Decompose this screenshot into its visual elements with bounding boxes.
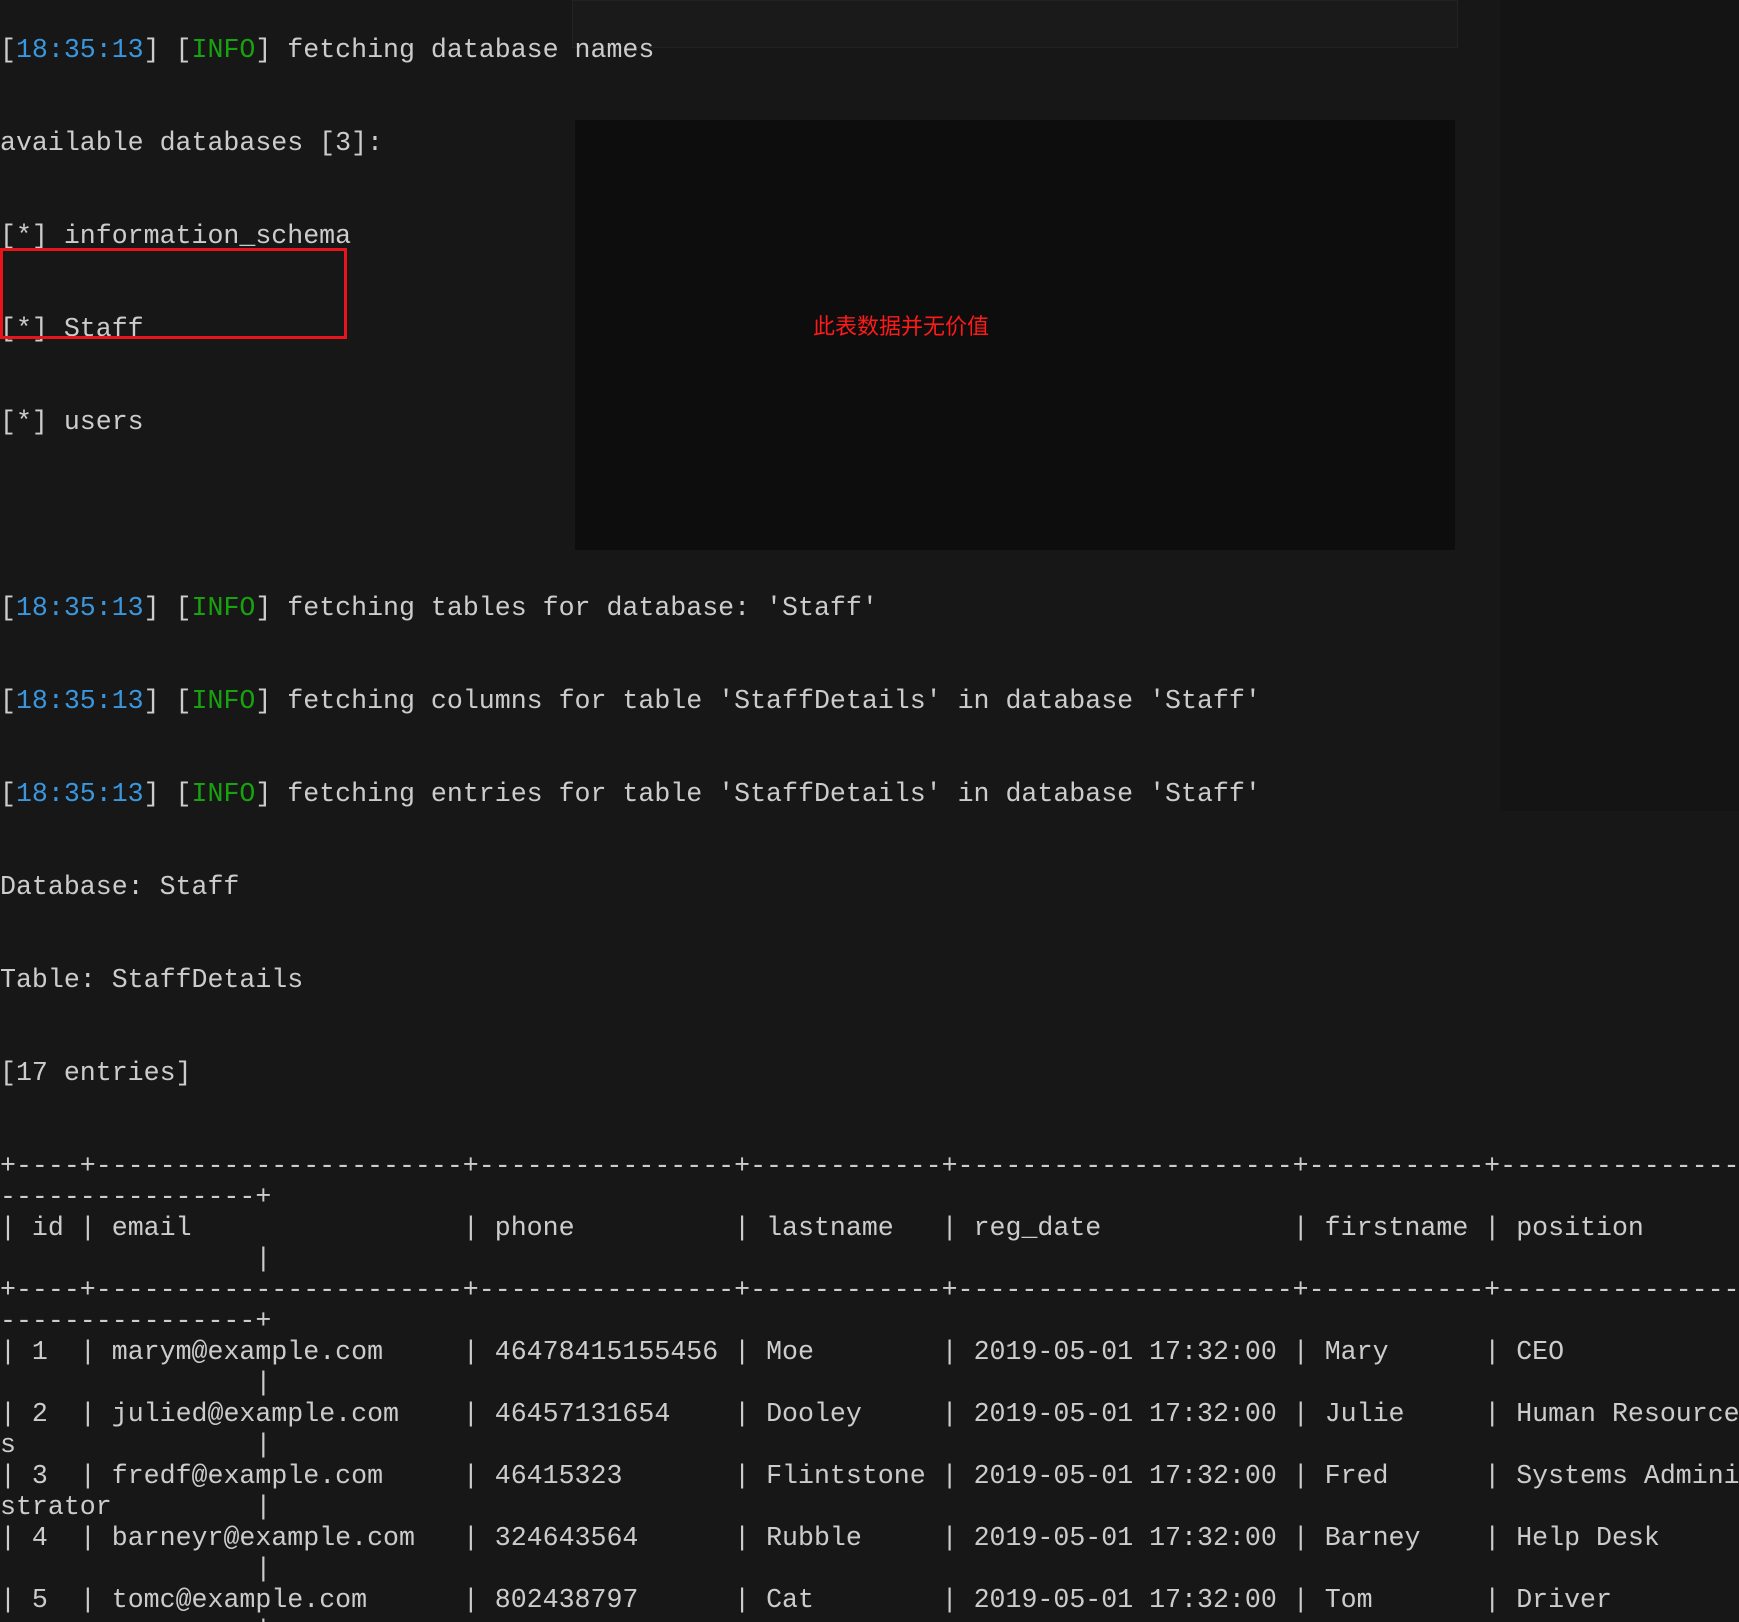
cell-email: tomc@example.com bbox=[111, 1585, 368, 1615]
table-row: | 4 | barneyr@example.com | 324643564 | … bbox=[0, 1523, 1660, 1584]
cell-email: barneyr@example.com bbox=[111, 1523, 415, 1553]
dump-table: Table: StaffDetails bbox=[0, 965, 304, 995]
cell-position: CEO bbox=[1516, 1337, 1565, 1367]
cell-reg_date: 2019-05-01 17:32:00 bbox=[973, 1399, 1277, 1429]
log-line: [18:35:13] [INFO] fetching entries for t… bbox=[0, 779, 1261, 809]
cell-position: Driver bbox=[1516, 1585, 1612, 1615]
table-separator: +----+-----------------------+----------… bbox=[0, 1275, 1739, 1336]
column-header-position: position bbox=[1516, 1213, 1644, 1243]
cell-email: marym@example.com bbox=[111, 1337, 384, 1367]
cell-phone: 46457131654 bbox=[494, 1399, 671, 1429]
column-header-reg_date: reg_date bbox=[973, 1213, 1102, 1243]
cell-firstname: Tom bbox=[1324, 1585, 1373, 1615]
cell-lastname: Rubble bbox=[766, 1523, 862, 1553]
dump-entries: [17 entries] bbox=[0, 1058, 192, 1088]
cell-phone: 46415323 bbox=[494, 1461, 623, 1491]
log-line: [18:35:13] [INFO] fetching columns for t… bbox=[0, 686, 1261, 716]
cell-firstname: Mary bbox=[1324, 1337, 1389, 1367]
column-header-email: email bbox=[111, 1213, 192, 1243]
databases-header: available databases [3]: bbox=[0, 128, 384, 158]
database-item: [*] users bbox=[0, 407, 144, 437]
cell-reg_date: 2019-05-01 17:32:00 bbox=[973, 1523, 1277, 1553]
column-header-phone: phone bbox=[494, 1213, 575, 1243]
cell-firstname: Fred bbox=[1324, 1461, 1389, 1491]
column-header-lastname: lastname bbox=[766, 1213, 894, 1243]
cell-reg_date: 2019-05-01 17:32:00 bbox=[973, 1337, 1277, 1367]
annotation-box bbox=[0, 248, 347, 339]
cell-firstname: Barney bbox=[1324, 1523, 1421, 1553]
cell-lastname: Moe bbox=[766, 1337, 814, 1367]
cell-id: 3 bbox=[31, 1461, 48, 1491]
cell-lastname: Dooley bbox=[766, 1399, 862, 1429]
terminal-output: [18:35:13] [INFO] fetching database name… bbox=[0, 0, 1739, 1622]
cell-phone: 802438797 bbox=[494, 1585, 639, 1615]
dump-database: Database: Staff bbox=[0, 872, 240, 902]
cell-position: Help Desk bbox=[1516, 1523, 1660, 1553]
cell-reg_date: 2019-05-01 17:32:00 bbox=[973, 1585, 1277, 1615]
table-row: | 2 | julied@example.com | 46457131654 |… bbox=[0, 1399, 1739, 1460]
column-header-firstname: firstname bbox=[1324, 1213, 1469, 1243]
staff-table: +----+-----------------------+----------… bbox=[0, 1151, 1739, 1622]
table-separator: +----+-----------------------+----------… bbox=[0, 1151, 1739, 1212]
table-row: | 1 | marym@example.com | 46478415155456… bbox=[0, 1337, 1565, 1398]
cell-lastname: Flintstone bbox=[766, 1461, 926, 1491]
table-header: | id | email | phone | lastname | reg_da… bbox=[0, 1213, 1644, 1274]
cell-lastname: Cat bbox=[766, 1585, 814, 1615]
table-row: | 3 | fredf@example.com | 46415323 | Fli… bbox=[0, 1461, 1739, 1522]
cell-reg_date: 2019-05-01 17:32:00 bbox=[973, 1461, 1277, 1491]
log-line: [18:35:13] [INFO] fetching tables for da… bbox=[0, 593, 878, 623]
cell-id: 5 bbox=[31, 1585, 48, 1615]
cell-phone: 324643564 bbox=[494, 1523, 639, 1553]
cell-firstname: Julie bbox=[1324, 1399, 1405, 1429]
cell-phone: 46478415155456 bbox=[494, 1337, 719, 1367]
cell-id: 4 bbox=[31, 1523, 48, 1553]
cell-id: 1 bbox=[31, 1337, 48, 1367]
column-header-id: id bbox=[31, 1213, 64, 1243]
log-line: [18:35:13] [INFO] fetching database name… bbox=[0, 35, 655, 65]
cell-email: fredf@example.com bbox=[111, 1461, 384, 1491]
cell-id: 2 bbox=[31, 1399, 48, 1429]
annotation-text: 此表数据并无价值 bbox=[813, 315, 990, 340]
cell-email: julied@example.com bbox=[111, 1399, 399, 1429]
table-row: | 5 | tomc@example.com | 802438797 | Cat… bbox=[0, 1585, 1612, 1622]
